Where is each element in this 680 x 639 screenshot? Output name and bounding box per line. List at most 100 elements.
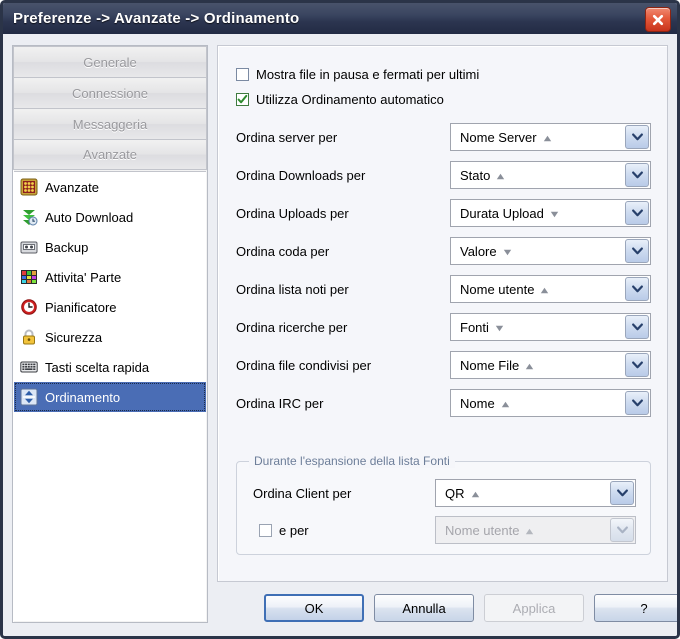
combo-arrow-button[interactable] (625, 353, 649, 377)
grid-dots-icon (20, 178, 38, 196)
checkbox-row-pause-last[interactable]: Mostra file in pausa e fermati per ultim… (236, 67, 479, 82)
checkbox-mostra-file-in-pausa[interactable] (236, 68, 249, 81)
combo-ordina-client-per[interactable]: QR (435, 479, 636, 507)
cancel-button[interactable]: Annulla (374, 594, 474, 622)
row-label: Ordina coda per (236, 244, 330, 259)
sidebar-category-label: Messaggeria (72, 116, 148, 132)
close-x-icon (651, 13, 665, 27)
combo-ordina-downloads-per[interactable]: Stato (450, 161, 651, 189)
combo-ordina-file-condivisi-per[interactable]: Nome File (450, 351, 651, 379)
combo-value: Stato (460, 167, 491, 183)
combo-ordina-irc-per[interactable]: Nome (450, 389, 651, 417)
combo-value: Nome Server (460, 129, 537, 145)
sidebar-item-backup[interactable]: Backup (14, 232, 206, 262)
title-bar: Preferenze -> Avanzate -> Ordinamento (3, 3, 677, 35)
combo-arrow-button (610, 518, 634, 542)
chevron-down-icon (631, 323, 643, 331)
clock-icon (21, 299, 37, 315)
sidebar-item-ordinamento[interactable]: Ordinamento (14, 382, 206, 412)
sidebar-item-label: Tasti scelta rapida (45, 359, 150, 375)
setting-row-ordina-server: Ordina server per Nome Server (236, 123, 651, 153)
combo-ordina-ricerche-per[interactable]: Fonti (450, 313, 651, 341)
combo-value: QR (445, 485, 465, 501)
checkbox-row-e-per[interactable]: e per (259, 523, 309, 538)
combo-arrow-button[interactable] (625, 201, 649, 225)
combo-ordina-lista-noti-per[interactable]: Nome utente (450, 275, 651, 303)
sidebar-item-avanzate[interactable]: Avanzate (14, 172, 206, 202)
settings-panel: Mostra file in pausa e fermati per ultim… (217, 45, 668, 582)
green-arrow-down-icon (23, 210, 38, 226)
preferences-window: Preferenze -> Avanzate -> Ordinamento Ge… (0, 0, 680, 639)
checkbox-label: e per (279, 523, 309, 538)
checkbox-e-per[interactable] (259, 524, 272, 537)
setting-row-ordina-ricerche: Ordina ricerche per Fonti (236, 313, 651, 343)
sort-asc-icon (471, 486, 480, 501)
row-label: Ordina file condivisi per (236, 358, 372, 373)
sidebar-item-pianificatore[interactable]: Pianificatore (14, 292, 206, 322)
checkbox-row-auto-sort[interactable]: Utilizza Ordinamento automatico (236, 92, 444, 107)
chevron-down-icon (631, 209, 643, 217)
combo-arrow-button[interactable] (610, 481, 634, 505)
checkbox-label: Utilizza Ordinamento automatico (256, 92, 444, 107)
apply-button: Applica (484, 594, 584, 622)
combo-value: Nome utente (445, 522, 520, 538)
combo-value: Nome utente (460, 281, 535, 297)
combo-arrow-button[interactable] (625, 391, 649, 415)
combo-arrow-button[interactable] (625, 315, 649, 339)
sidebar-category-label: Avanzate (83, 147, 137, 162)
sort-asc-icon (525, 358, 534, 373)
combo-arrow-button[interactable] (625, 277, 649, 301)
sidebar-item-label: Ordinamento (45, 389, 121, 405)
combo-arrow-button[interactable] (625, 125, 649, 149)
sort-desc-icon (503, 244, 512, 259)
chevron-down-icon (631, 133, 643, 141)
sidebar-item-label: Avanzate (45, 179, 99, 195)
combo-value: Nome File (460, 357, 520, 373)
sidebar-category-messaggeria[interactable]: Messaggeria (13, 108, 207, 139)
sidebar-item-attivita-parte[interactable]: Attivita' Parte (14, 262, 206, 292)
sort-asc-icon (525, 523, 534, 538)
window-body: Generale Connessione Messaggeria Avanzat… (3, 34, 677, 636)
sidebar-item-sicurezza[interactable]: Sicurezza (14, 322, 206, 352)
close-button[interactable] (645, 7, 671, 32)
help-button-label: ? (640, 600, 648, 616)
sort-arrows-icon (20, 388, 38, 406)
combo-ordina-server-per[interactable]: Nome Server (450, 123, 651, 151)
apply-button-label: Applica (512, 600, 556, 616)
sidebar-item-label: Auto Download (45, 209, 134, 225)
combo-value: Fonti (460, 319, 489, 335)
help-button[interactable]: ? (594, 594, 677, 622)
checkbox-label: Mostra file in pausa e fermati per ultim… (256, 67, 480, 82)
combo-arrow-button[interactable] (625, 163, 649, 187)
setting-row-ordina-irc: Ordina IRC per Nome (236, 389, 651, 419)
sidebar-item-auto-download[interactable]: Auto Download (14, 202, 206, 232)
setting-row-ordina-uploads: Ordina Uploads per Durata Upload (236, 199, 651, 229)
chevron-down-icon (631, 247, 643, 255)
ok-button[interactable]: OK (264, 594, 364, 622)
sidebar-category-connessione[interactable]: Connessione (13, 77, 207, 108)
sort-asc-icon (501, 396, 510, 411)
keyboard-icon (20, 361, 38, 373)
combo-ordina-coda-per[interactable]: Valore (450, 237, 651, 265)
sidebar-category-avanzate[interactable]: Avanzate (13, 139, 207, 170)
setting-row-e-per: e per Nome utente (253, 516, 636, 546)
sort-asc-icon (496, 168, 505, 183)
window-title: Preferenze -> Avanzate -> Ordinamento (13, 10, 300, 27)
sidebar-item-tasti-scelta-rapida[interactable]: Tasti scelta rapida (14, 352, 206, 382)
chevron-down-icon (631, 361, 643, 369)
combo-arrow-button[interactable] (625, 239, 649, 263)
ok-button-label: OK (304, 600, 324, 616)
sort-desc-icon (550, 206, 559, 221)
setting-row-ordina-coda: Ordina coda per Valore (236, 237, 651, 267)
sidebar-category-generale[interactable]: Generale (13, 46, 207, 77)
checkbox-utilizza-ordinamento-automatico[interactable] (236, 93, 249, 106)
checkmark-icon (237, 94, 248, 104)
sort-asc-icon (543, 130, 552, 145)
sidebar-category-label: Connessione (72, 85, 148, 101)
sidebar: Generale Connessione Messaggeria Avanzat… (12, 45, 208, 623)
cassette-icon (20, 241, 38, 254)
setting-row-ordina-downloads: Ordina Downloads per Stato (236, 161, 651, 191)
sidebar-nav-list[interactable]: Avanzate Auto Download Backup Attivita' … (14, 171, 206, 621)
combo-ordina-uploads-per[interactable]: Durata Upload (450, 199, 651, 227)
setting-row-ordina-file-condivisi: Ordina file condivisi per Nome File (236, 351, 651, 381)
